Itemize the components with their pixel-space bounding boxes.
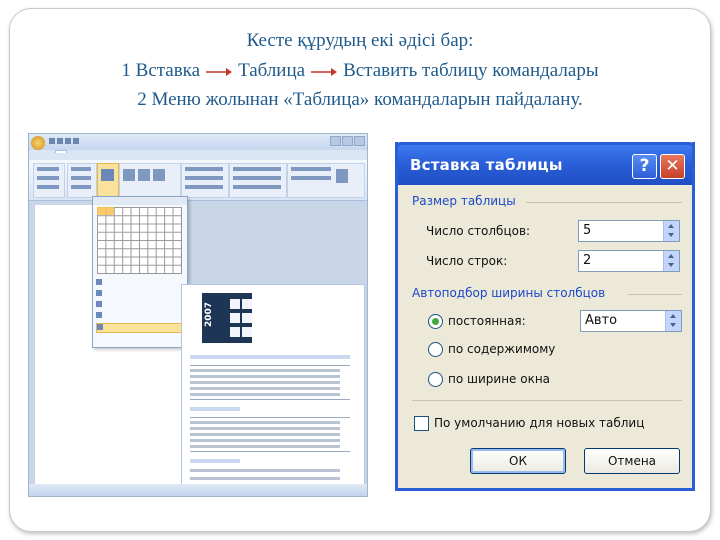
fixed-width-label: постоянная: <box>448 314 526 328</box>
arrow-right-icon <box>311 67 338 76</box>
default-for-new-checkbox[interactable] <box>414 416 429 431</box>
close-icon[interactable]: ✕ <box>660 154 685 179</box>
slide-heading-line3: 2 Меню жолынан «Таблица» командаларын па… <box>137 89 583 110</box>
ok-button[interactable]: ОК <box>470 448 566 474</box>
rows-spinner[interactable]: 2 <box>578 250 680 272</box>
group-divider <box>628 294 682 295</box>
group-divider <box>412 400 682 401</box>
menu-item-quick-tables[interactable] <box>96 323 184 333</box>
fixed-width-radio[interactable] <box>428 314 443 329</box>
quick-access-toolbar[interactable] <box>49 138 89 145</box>
word-screenshot: 2007 <box>28 133 368 497</box>
menu-item-insert-table[interactable] <box>96 279 182 287</box>
insert-table-dialog: Вставка таблицы ? ✕ Размер таблицы Число… <box>395 142 695 491</box>
dropdown-header <box>93 197 187 205</box>
step-table-text: Таблица <box>238 60 306 81</box>
table-dropdown-menu[interactable] <box>92 196 188 348</box>
group-divider <box>526 202 682 203</box>
table-size-grid[interactable] <box>97 207 182 274</box>
autofit-content-label: по содержимому <box>448 342 556 356</box>
dialog-title: Вставка таблицы <box>410 156 563 174</box>
spinner-arrows-icon[interactable] <box>665 311 681 331</box>
autofit-content-radio[interactable] <box>428 342 443 357</box>
word-ribbon-tabs[interactable] <box>45 150 365 160</box>
step-insert-table-text: Вставить таблицу командалары <box>343 60 599 81</box>
fixed-width-value[interactable]: Авто <box>585 313 617 328</box>
fixed-width-spinner[interactable]: Авто <box>580 310 682 332</box>
slide-heading-line2: 1 Вставка Таблица Вставить таблицу команда… <box>20 60 700 82</box>
spinner-arrows-icon[interactable] <box>663 221 679 241</box>
dialog-titlebar[interactable]: Вставка таблицы ? ✕ <box>395 142 695 185</box>
default-for-new-label: По умолчанию для новых таблиц <box>434 416 645 430</box>
slide-heading-line1: Кесте құрудың екі әдісі бар: <box>246 30 474 51</box>
autofit-group-label: Автоподбор ширины столбцов <box>412 286 606 300</box>
menu-item-draw-table[interactable] <box>96 290 182 298</box>
table-size-group-label: Размер таблицы <box>412 194 516 208</box>
arrow-right-icon <box>206 67 233 76</box>
help-icon[interactable]: ? <box>632 154 657 179</box>
columns-spinner[interactable]: 5 <box>578 220 680 242</box>
step-insert-text: 1 Вставка <box>121 60 201 81</box>
autofit-window-label: по ширине окна <box>448 372 551 386</box>
cancel-button[interactable]: Отмена <box>584 448 680 474</box>
autofit-window-radio[interactable] <box>428 372 443 387</box>
menu-item-convert[interactable] <box>96 301 182 309</box>
rows-value[interactable]: 2 <box>583 253 591 268</box>
calendar-year: 2007 <box>204 301 214 327</box>
quick-tables-preview: 2007 <box>181 284 365 491</box>
table-button-icon[interactable] <box>97 163 119 198</box>
word-titlebar <box>29 134 367 150</box>
window-controls[interactable] <box>329 136 365 148</box>
calendar-preview: 2007 <box>202 293 252 343</box>
columns-label: Число столбцов: <box>426 224 531 238</box>
rows-label: Число строк: <box>426 254 508 268</box>
menu-item-excel-table[interactable] <box>96 312 182 320</box>
office-button-icon[interactable] <box>31 136 45 150</box>
spinner-arrows-icon[interactable] <box>663 251 679 271</box>
word-ribbon[interactable] <box>29 160 367 201</box>
columns-value[interactable]: 5 <box>583 223 591 238</box>
word-status-bar <box>29 484 367 496</box>
